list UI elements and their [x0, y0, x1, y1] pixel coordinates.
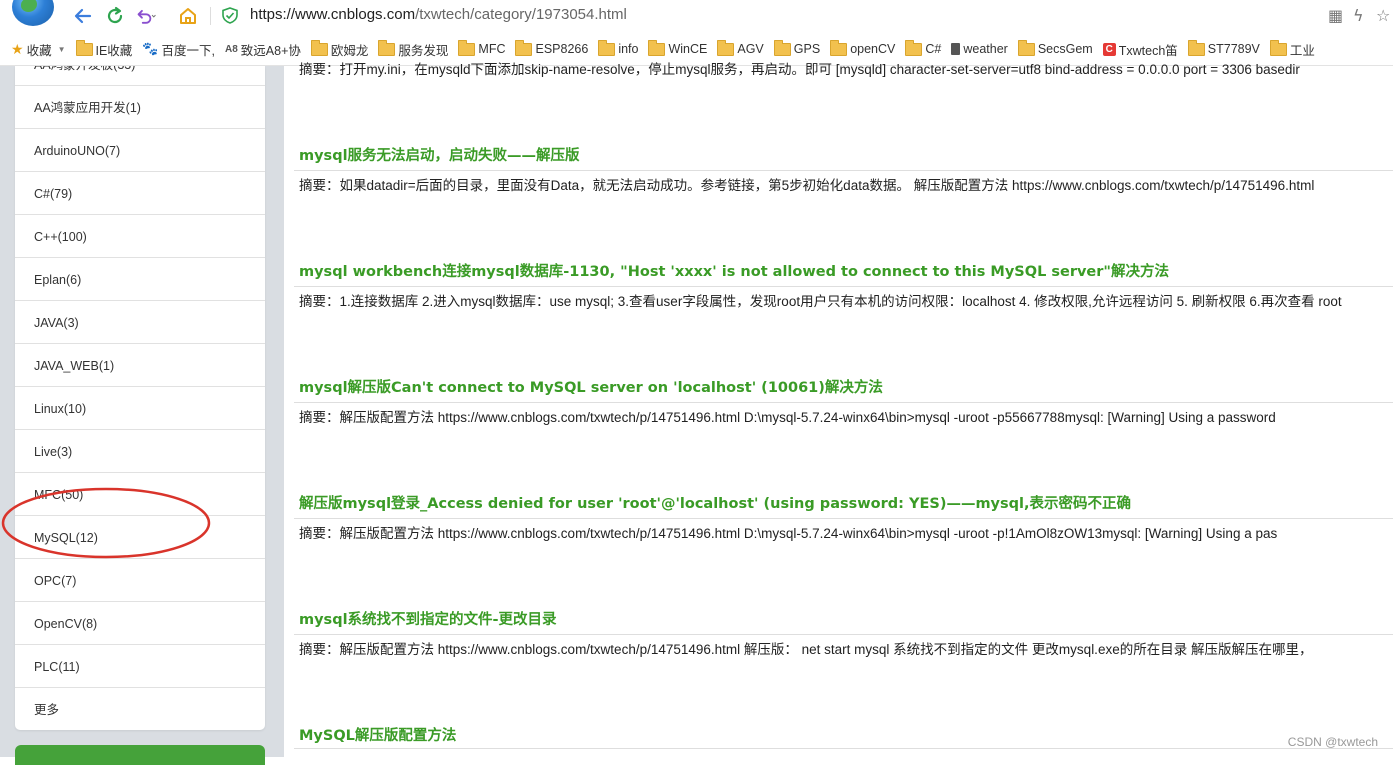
reload-icon[interactable]	[104, 5, 126, 27]
bookmark-label: IE收藏	[95, 43, 133, 58]
document-icon	[951, 43, 961, 55]
folder-icon	[648, 39, 666, 56]
undo-icon[interactable]	[136, 5, 158, 27]
sidebar-green-button[interactable]	[15, 745, 265, 765]
bookmark-item[interactable]: weather	[951, 42, 1008, 56]
post-title-link[interactable]: mysql workbench连接mysql数据库-1130, "Host 'x…	[299, 260, 1169, 281]
bookmark-label: weather	[963, 42, 1008, 56]
category-item[interactable]: OPC(7)	[15, 560, 265, 602]
bookmark-item[interactable]: MFC	[458, 39, 506, 56]
qr-code-icon[interactable]: ▦	[1328, 6, 1343, 25]
category-item[interactable]: Linux(10)	[15, 388, 265, 430]
category-list: AA鸿蒙开发板(33) AA鸿蒙应用开发(1) ArduinoUNO(7) C#…	[15, 66, 265, 730]
category-item[interactable]: PLC(11)	[15, 646, 265, 688]
category-item[interactable]: C++(100)	[15, 216, 265, 258]
folder-icon	[1187, 39, 1205, 56]
bookmark-label: 百度一下,	[161, 43, 215, 58]
post-summary	[294, 748, 1393, 757]
category-more-link[interactable]: 更多	[15, 689, 265, 730]
folder-icon	[773, 39, 791, 56]
post-title-link[interactable]: 解压版mysql登录_Access denied for user 'root'…	[299, 492, 1131, 513]
folder-icon	[1017, 39, 1035, 56]
post-summary: 摘要：解压版配置方法 https://www.cnblogs.com/txwte…	[294, 402, 1393, 432]
url-host: https://www.cnblogs.com	[250, 6, 416, 23]
bookmark-item[interactable]: GPS	[773, 39, 821, 56]
folder-icon	[310, 39, 328, 56]
post-title-link[interactable]: mysql服务无法启动，启动失败——解压版	[299, 144, 580, 165]
back-arrow-icon[interactable]	[72, 5, 94, 27]
bookmark-label: MFC	[478, 42, 506, 56]
page-content: AA鸿蒙开发板(33) AA鸿蒙应用开发(1) ArduinoUNO(7) C#…	[0, 62, 1393, 765]
browser-toolbar: https://www.cnblogs.com/txwtech/category…	[0, 0, 1393, 33]
bookmark-label: info	[618, 42, 639, 56]
home-icon[interactable]	[177, 5, 199, 27]
red-c-icon: C	[1102, 42, 1116, 56]
bookmark-label: AGV	[737, 42, 764, 56]
category-item[interactable]: JAVA(3)	[15, 302, 265, 344]
post-summary: 摘要：打开my.ini，在mysqld下面添加skip-name-resolve…	[299, 62, 1300, 77]
category-item[interactable]: AA鸿蒙开发板(33)	[15, 66, 265, 86]
bookmark-item[interactable]: 🐾 百度一下,	[142, 40, 215, 59]
lightning-icon[interactable]: ϟ	[1353, 6, 1364, 25]
browser-logo-icon[interactable]	[12, 0, 54, 26]
category-item[interactable]: ArduinoUNO(7)	[15, 130, 265, 172]
post-summary: 摘要：解压版配置方法 https://www.cnblogs.com/txwte…	[294, 518, 1393, 548]
baidu-paw-icon: 🐾	[142, 41, 159, 56]
category-item[interactable]: JAVA_WEB(1)	[15, 345, 265, 387]
bookmark-item[interactable]: A8 致远A8+协	[225, 40, 301, 59]
folder-icon	[75, 39, 93, 56]
secure-shield-icon[interactable]	[222, 7, 238, 24]
folder-icon	[905, 39, 923, 56]
bookmark-label: openCV	[850, 42, 896, 56]
bookmark-item[interactable]: openCV	[830, 39, 896, 56]
bookmark-favorites[interactable]: ★ 收藏 ▼	[11, 40, 66, 59]
bookmark-label: ESP8266	[535, 42, 589, 56]
folder-icon	[515, 39, 533, 56]
post-summary: 摘要：1.连接数据库 2.进入mysql数据库：use mysql; 3.查看u…	[294, 286, 1393, 316]
bookmark-item[interactable]: C#	[905, 39, 942, 56]
annotation-red-ellipse	[1, 487, 211, 559]
bookmark-label: 致远A8+协	[240, 43, 301, 58]
category-item[interactable]: C#(79)	[15, 173, 265, 215]
bookmark-item[interactable]: ST7789V	[1187, 39, 1260, 56]
category-item[interactable]: Eplan(6)	[15, 259, 265, 301]
bookmark-label: C#	[925, 42, 942, 56]
bookmark-label: 收藏	[26, 43, 52, 58]
star-icon: ★	[11, 40, 24, 57]
post-title-link[interactable]: mysql系统找不到指定的文件-更改目录	[299, 608, 557, 629]
bookmark-item[interactable]: IE收藏	[75, 39, 133, 59]
bookmark-label: ST7789V	[1207, 42, 1260, 56]
bookmark-item[interactable]: ESP8266	[515, 39, 589, 56]
folder-icon	[458, 39, 476, 56]
address-bar-url[interactable]: https://www.cnblogs.com/txwtech/category…	[250, 6, 627, 23]
post-title-link[interactable]: MySQL解压版配置方法	[299, 724, 456, 745]
folder-icon	[598, 39, 616, 56]
folder-icon	[830, 39, 848, 56]
category-item[interactable]: Live(3)	[15, 431, 265, 473]
post-summary: 摘要：解压版配置方法 https://www.cnblogs.com/txwte…	[294, 634, 1393, 664]
bookmark-item[interactable]: info	[598, 39, 639, 56]
a8-icon: A8	[224, 43, 238, 55]
folder-icon	[378, 39, 396, 56]
bookmark-label: GPS	[793, 42, 821, 56]
category-item[interactable]: AA鸿蒙应用开发(1)	[15, 87, 265, 129]
bookmark-item[interactable]: AGV	[717, 39, 764, 56]
bookmark-label: WinCE	[668, 42, 708, 56]
bookmark-item[interactable]: WinCE	[648, 39, 708, 56]
chevron-down-icon: ▼	[57, 44, 66, 54]
url-path: /txwtech/category/1973054.html	[415, 6, 627, 23]
folder-icon	[1269, 39, 1287, 56]
toolbar-divider	[210, 7, 211, 25]
post-summary: 摘要：如果datadir=后面的目录，里面没有Data，就无法启动成功。参考链接…	[294, 170, 1393, 200]
bookmark-item[interactable]: SecsGem	[1017, 39, 1093, 56]
folder-icon	[717, 39, 735, 56]
category-item[interactable]: OpenCV(8)	[15, 603, 265, 645]
bookmark-label: SecsGem	[1037, 42, 1093, 56]
post-title-link[interactable]: mysql解压版Can't connect to MySQL server on…	[299, 376, 883, 397]
favorite-star-icon[interactable]: ☆	[1376, 6, 1390, 25]
watermark: CSDN @txwtech	[1287, 735, 1378, 749]
